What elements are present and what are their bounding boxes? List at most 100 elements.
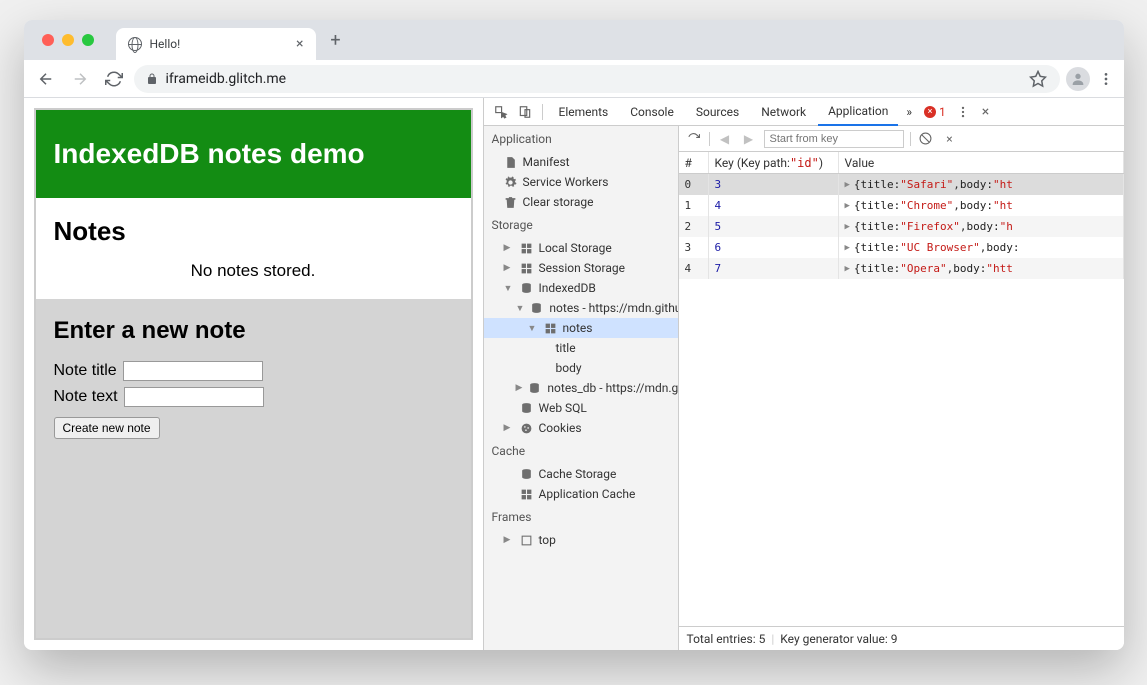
browser-menu-button[interactable] [1096, 69, 1116, 89]
address-bar[interactable]: iframeidb.glitch.me [134, 65, 1060, 93]
cell-value: ▶{title: "Opera", body: "htt [839, 258, 1124, 279]
window-minimize-button[interactable] [62, 34, 74, 46]
sidebar-item-cache-storage[interactable]: ▶Cache Storage [484, 464, 678, 484]
sidebar-item-notesdb2[interactable]: ▶notes_db - https://mdn.git [484, 378, 678, 398]
table-row[interactable]: 47▶{title: "Opera", body: "htt [679, 258, 1124, 279]
sidebar-item-app-cache[interactable]: ▶Application Cache [484, 484, 678, 504]
next-page-button[interactable]: ▶ [740, 130, 758, 148]
tab-title: Hello! [150, 37, 181, 51]
sidebar-item-index-body[interactable]: body [484, 358, 678, 378]
new-note-form: Enter a new note Note title Note text Cr… [36, 299, 471, 638]
table-row[interactable]: 03▶{title: "Safari", body: "ht [679, 174, 1124, 195]
notes-heading: Notes [54, 216, 453, 247]
create-note-button[interactable]: Create new note [54, 417, 160, 439]
no-notes-message: No notes stored. [54, 261, 453, 281]
table-row[interactable]: 25▶{title: "Firefox", body: "h [679, 216, 1124, 237]
cell-index: 0 [679, 174, 709, 195]
cell-index: 3 [679, 237, 709, 258]
window-close-button[interactable] [42, 34, 54, 46]
sidebar-item-service-workers[interactable]: Service Workers [484, 172, 678, 192]
clear-store-button[interactable] [917, 130, 935, 148]
cell-value: ▶{title: "Safari", body: "ht [839, 174, 1124, 195]
data-table: # Key (Key path: "id") Value 03▶{title: … [679, 152, 1124, 626]
sidebar-item-manifest[interactable]: Manifest [484, 152, 678, 172]
note-text-input[interactable] [124, 387, 264, 407]
delete-selected-button[interactable]: × [941, 130, 959, 148]
tab-sources[interactable]: Sources [686, 98, 749, 126]
section-cache: Cache [484, 438, 678, 464]
reload-button[interactable] [100, 65, 128, 93]
keygen-value: Key generator value: 9 [780, 632, 897, 646]
tab-console[interactable]: Console [620, 98, 684, 126]
devtools-menu-button[interactable] [952, 101, 974, 123]
refresh-button[interactable] [685, 130, 703, 148]
col-header-key[interactable]: Key (Key path: "id") [709, 152, 839, 173]
devtools-close-button[interactable]: × [976, 104, 995, 120]
sidebar-item-indexeddb[interactable]: ▼IndexedDB [484, 278, 678, 298]
note-text-label: Note text [54, 388, 118, 406]
tabs-overflow-button[interactable]: » [900, 105, 918, 119]
trash-icon [504, 196, 517, 209]
cell-value: ▶{title: "UC Browser", body: [839, 237, 1124, 258]
page-title: IndexedDB notes demo [36, 110, 471, 198]
tab-close-button[interactable]: × [296, 36, 303, 52]
devtools-body: Application Manifest Service Workers Cle… [484, 126, 1124, 650]
sidebar-item-frame-top[interactable]: ▶top [484, 530, 678, 550]
viewer-toolbar: ◀ ▶ × [679, 126, 1124, 152]
lock-icon [146, 73, 158, 85]
form-heading: Enter a new note [54, 317, 453, 345]
inspect-icon[interactable] [490, 101, 512, 123]
note-title-input[interactable] [123, 361, 263, 381]
device-toggle-icon[interactable] [514, 101, 536, 123]
database-icon [530, 302, 543, 315]
star-icon[interactable] [1028, 69, 1048, 89]
sidebar-item-websql[interactable]: ▶Web SQL [484, 398, 678, 418]
devtools-panel: Elements Console Sources Network Applica… [484, 98, 1124, 650]
devtools-tabs: Elements Console Sources Network Applica… [484, 98, 1124, 126]
sidebar-item-notes-db[interactable]: ▼notes - https://mdn.github [484, 298, 678, 318]
tab-application[interactable]: Application [818, 98, 898, 126]
sidebar-item-local-storage[interactable]: ▶Local Storage [484, 238, 678, 258]
content-area: IndexedDB notes demo Notes No notes stor… [24, 98, 1124, 650]
file-icon [504, 156, 517, 169]
indexeddb-viewer: ◀ ▶ × # Key (Key path: "id") [679, 126, 1124, 650]
cell-key: 3 [709, 174, 839, 195]
col-header-value[interactable]: Value [839, 152, 1124, 173]
sidebar-item-clear-storage[interactable]: Clear storage [484, 192, 678, 212]
cookie-icon [520, 422, 533, 435]
tab-network[interactable]: Network [751, 98, 816, 126]
tab-elements[interactable]: Elements [549, 98, 619, 126]
frame-icon [520, 534, 533, 547]
section-storage: Storage [484, 212, 678, 238]
table-row[interactable]: 36▶{title: "UC Browser", body: [679, 237, 1124, 258]
cell-key: 5 [709, 216, 839, 237]
cell-key: 6 [709, 237, 839, 258]
profile-avatar[interactable] [1066, 67, 1090, 91]
sidebar-item-session-storage[interactable]: ▶Session Storage [484, 258, 678, 278]
forward-button[interactable] [66, 65, 94, 93]
tab-strip: Hello! × + [24, 20, 1124, 60]
database-icon [520, 282, 533, 295]
grid-icon [520, 488, 533, 501]
error-icon: × [924, 106, 936, 118]
table-header: # Key (Key path: "id") Value [679, 152, 1124, 174]
window-maximize-button[interactable] [82, 34, 94, 46]
back-button[interactable] [32, 65, 60, 93]
page-viewport: IndexedDB notes demo Notes No notes stor… [24, 98, 484, 650]
sidebar-item-cookies[interactable]: ▶Cookies [484, 418, 678, 438]
browser-toolbar: iframeidb.glitch.me [24, 60, 1124, 98]
table-body: 03▶{title: "Safari", body: "ht14▶{title:… [679, 174, 1124, 626]
grid-icon [544, 322, 557, 335]
sidebar-item-notes-store[interactable]: ▼notes [484, 318, 678, 338]
sidebar-item-index-title[interactable]: title [484, 338, 678, 358]
browser-tab[interactable]: Hello! × [116, 28, 316, 60]
prev-page-button[interactable]: ◀ [716, 130, 734, 148]
database-icon [520, 402, 533, 415]
key-search-input[interactable] [764, 130, 904, 148]
browser-window: Hello! × + iframeidb.glitch.me [24, 20, 1124, 650]
table-row[interactable]: 14▶{title: "Chrome", body: "ht [679, 195, 1124, 216]
col-header-index[interactable]: # [679, 152, 709, 173]
new-tab-button[interactable]: + [322, 26, 350, 54]
error-indicator[interactable]: × 1 [920, 105, 950, 119]
cell-index: 1 [679, 195, 709, 216]
